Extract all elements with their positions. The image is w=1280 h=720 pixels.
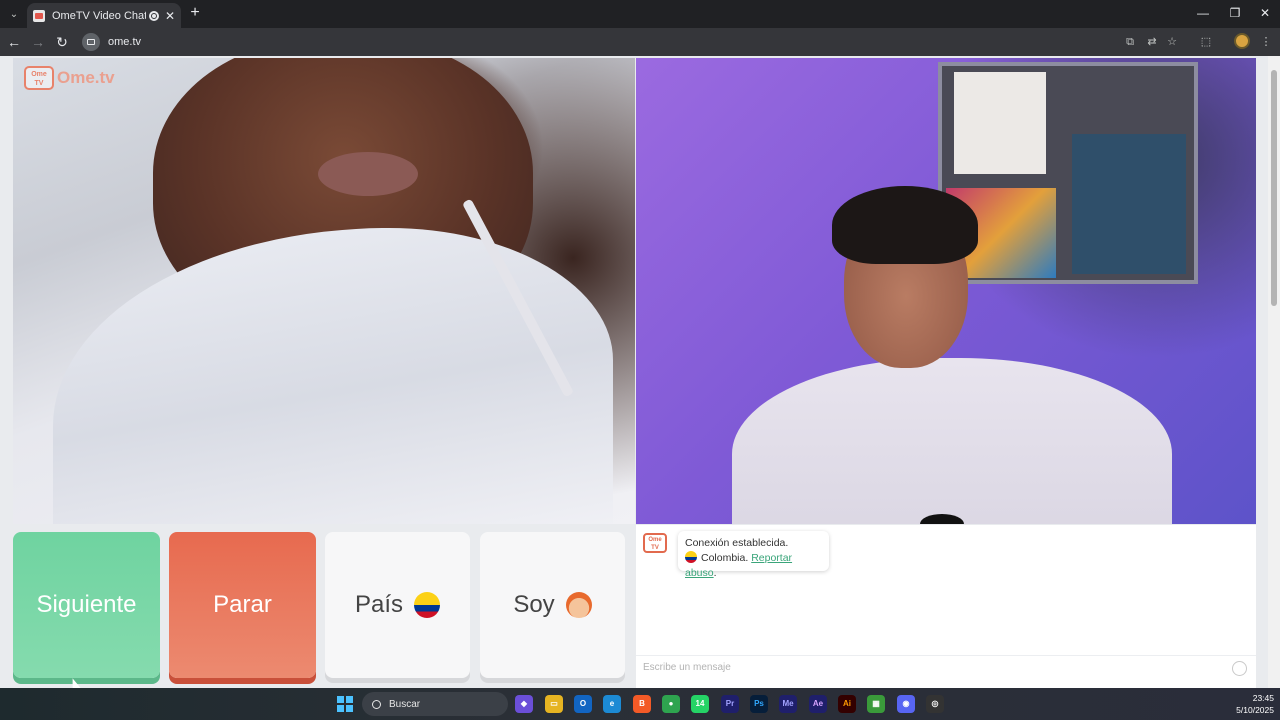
scrollbar-thumb[interactable] xyxy=(1271,70,1277,306)
reload-button[interactable]: ↻ xyxy=(52,32,72,52)
close-tab-icon[interactable]: ✕ xyxy=(165,9,175,23)
copilot-icon[interactable]: ◆ xyxy=(515,695,533,713)
whatsapp-badge: 14 xyxy=(695,699,705,708)
report-suffix: . xyxy=(713,567,717,579)
brave-icon[interactable]: B xyxy=(633,695,651,713)
search-icon xyxy=(372,699,381,709)
tab-title: OmeTV Video Chat — Ome xyxy=(52,9,146,22)
wall-paper xyxy=(954,72,1046,174)
ometv-favicon-icon xyxy=(33,9,45,22)
taskbar-search-label: Buscar xyxy=(389,698,421,710)
clock-date: 5/10/2025 xyxy=(1236,705,1274,715)
own-video xyxy=(636,58,1256,524)
new-tab-button[interactable]: + xyxy=(186,4,204,22)
system-message: Conexión establecida. Colombia. Reportar… xyxy=(678,531,829,579)
wall-artwork xyxy=(1072,134,1186,274)
colombia-flag-icon xyxy=(414,592,441,618)
address-bar[interactable]: ome.tv xyxy=(78,31,1118,53)
obs-icon[interactable]: ◎ xyxy=(926,695,944,713)
colombia-flag-icon xyxy=(685,551,697,563)
outlook-icon[interactable]: O xyxy=(574,695,592,713)
stop-button-label: Parar xyxy=(213,591,272,618)
stranger-pillow xyxy=(53,228,613,524)
minimize-button[interactable]: — xyxy=(1188,4,1218,22)
site-info-icon[interactable] xyxy=(82,33,100,51)
windows-taskbar: Buscar ◆ ▭ O e B ● 14 Pr Ps Me Ae Ai ▦ ◉… xyxy=(0,688,1280,720)
tab-strip: ⌄ OmeTV Video Chat — Ome ✕ + — ❐ ✕ xyxy=(0,0,1280,28)
next-button-label: Siguiente xyxy=(36,591,137,618)
page-scrollbar[interactable] xyxy=(1268,56,1280,688)
gender-button[interactable]: Soy xyxy=(480,532,625,678)
after-effects-icon[interactable]: Ae xyxy=(809,695,827,713)
boy-emoji-icon xyxy=(565,592,592,618)
country-button-label: País xyxy=(354,591,404,618)
translate-icon[interactable]: ⇄ xyxy=(1144,34,1160,50)
edge-icon[interactable]: e xyxy=(603,695,621,713)
page-content: Ome TV Ome.tv Siguiente Parar País Soy O… xyxy=(0,56,1280,688)
tab-search-chevron-icon[interactable]: ⌄ xyxy=(4,4,24,24)
discord-icon[interactable]: ◉ xyxy=(897,695,915,713)
gender-button-label: Soy xyxy=(513,591,555,618)
windows-start-icon[interactable] xyxy=(337,696,353,712)
clock-time: 23:45 xyxy=(1252,693,1274,703)
illustrator-icon[interactable]: Ai xyxy=(838,695,856,713)
partner-country: Colombia. xyxy=(701,552,749,564)
extensions-icon[interactable]: ⬚ xyxy=(1198,34,1214,50)
url-text: ome.tv xyxy=(108,36,142,48)
menu-kebab-icon[interactable]: ⋮ xyxy=(1258,34,1274,50)
file-explorer-icon[interactable]: ▭ xyxy=(545,695,563,713)
ometv-logo-text: Ome.tv xyxy=(57,68,115,87)
ometv-tv-icon: Ome TV xyxy=(24,66,54,90)
taskbar-search[interactable]: Buscar xyxy=(362,692,508,716)
chrome-icon[interactable]: ● xyxy=(662,695,680,713)
person-shirt xyxy=(732,358,1172,524)
partner-country-line: Colombia. Reportar abuso. xyxy=(685,551,822,581)
connection-status: Conexión establecida. xyxy=(685,537,789,549)
person-hair xyxy=(832,186,978,264)
browser-toolbar: ← → ↻ ome.tv ⧉ ⇄ ☆ ⬚ ⋮ xyxy=(0,28,1280,56)
close-window-button[interactable]: ✕ xyxy=(1250,4,1280,22)
back-button[interactable]: ← xyxy=(4,32,24,52)
next-button[interactable]: Siguiente xyxy=(13,532,160,678)
stop-button[interactable]: Parar xyxy=(169,532,316,678)
photoshop-icon[interactable]: Ps xyxy=(750,695,768,713)
restore-button[interactable]: ❐ xyxy=(1220,4,1250,22)
install-app-icon[interactable]: ⧉ xyxy=(1122,34,1138,50)
stranger-lips xyxy=(318,152,418,196)
ometv-logo[interactable]: Ome TV Ome.tv xyxy=(24,66,115,90)
whatsapp-icon[interactable]: 14 xyxy=(691,695,709,713)
country-button[interactable]: País xyxy=(325,532,470,678)
stranger-video xyxy=(13,58,635,524)
media-encoder-icon[interactable]: Me xyxy=(779,695,797,713)
minecraft-icon[interactable]: ▦ xyxy=(867,695,885,713)
tab-ometv[interactable]: OmeTV Video Chat — Ome ✕ xyxy=(27,3,181,28)
chat-panel: Ome TV Conexión establecida. Colombia. R… xyxy=(636,525,1256,688)
recording-icon xyxy=(148,10,159,21)
emoji-icon[interactable] xyxy=(1232,661,1247,676)
system-clock[interactable]: 23:45 5/10/2025 xyxy=(1222,692,1274,716)
premiere-icon[interactable]: Pr xyxy=(721,695,739,713)
profile-avatar[interactable] xyxy=(1234,33,1250,49)
bookmark-star-icon[interactable]: ☆ xyxy=(1164,34,1180,50)
message-input[interactable] xyxy=(643,662,1203,673)
ometv-chat-logo-icon: Ome TV xyxy=(643,533,667,553)
forward-button[interactable]: → xyxy=(28,32,48,52)
message-bar xyxy=(636,655,1256,679)
